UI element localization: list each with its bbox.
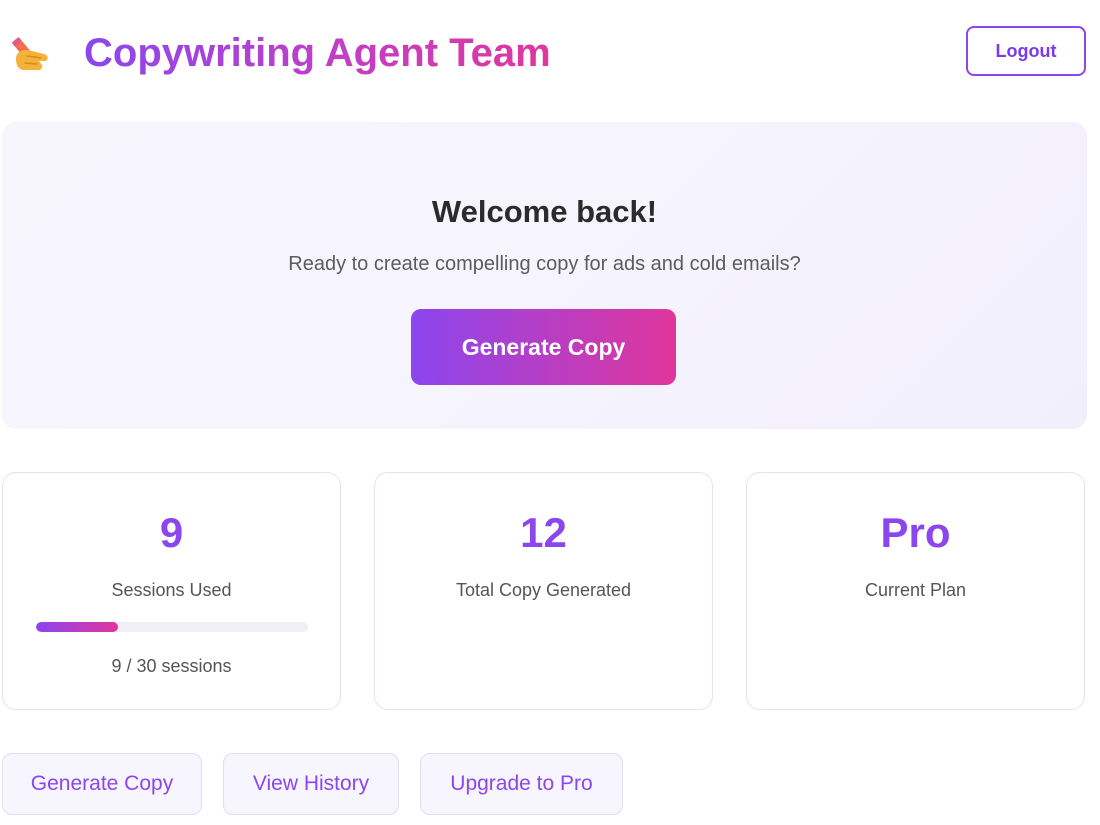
app-title: Copywriting Agent Team (84, 28, 551, 78)
total-copy-value: 12 (520, 509, 567, 556)
current-plan-card: Pro Current Plan (746, 472, 1085, 710)
sessions-used-value: 9 (159, 509, 184, 556)
logout-button[interactable]: Logout (966, 26, 1086, 76)
sessions-used-label: Sessions Used (111, 580, 232, 600)
welcome-subtitle: Ready to create compelling copy for ads … (288, 253, 801, 275)
total-copy-card: 12 Total Copy Generated (374, 472, 713, 710)
sessions-progress-bar (36, 622, 308, 632)
generate-copy-button[interactable]: Generate Copy (2, 753, 202, 815)
current-plan-label: Current Plan (864, 580, 967, 600)
sessions-progress-fill (36, 622, 118, 632)
sessions-used-card: 9 Sessions Used 9 / 30 sessions (2, 472, 341, 710)
sessions-progress-text: 9 / 30 sessions (111, 656, 232, 676)
app-header: Copywriting Agent Team Logout (0, 0, 1100, 105)
welcome-title: Welcome back! (431, 194, 658, 229)
upgrade-to-pro-button[interactable]: Upgrade to Pro (420, 753, 623, 815)
generate-copy-cta-button[interactable]: Generate Copy (411, 309, 676, 385)
welcome-panel: Welcome back! Ready to create compelling… (2, 122, 1087, 429)
current-plan-value: Pro (880, 509, 951, 556)
writing-hand-icon (8, 25, 58, 77)
dashboard-page: Copywriting Agent Team Logout Welcome ba… (0, 0, 1100, 825)
view-history-button[interactable]: View History (223, 753, 399, 815)
total-copy-label: Total Copy Generated (455, 580, 632, 600)
